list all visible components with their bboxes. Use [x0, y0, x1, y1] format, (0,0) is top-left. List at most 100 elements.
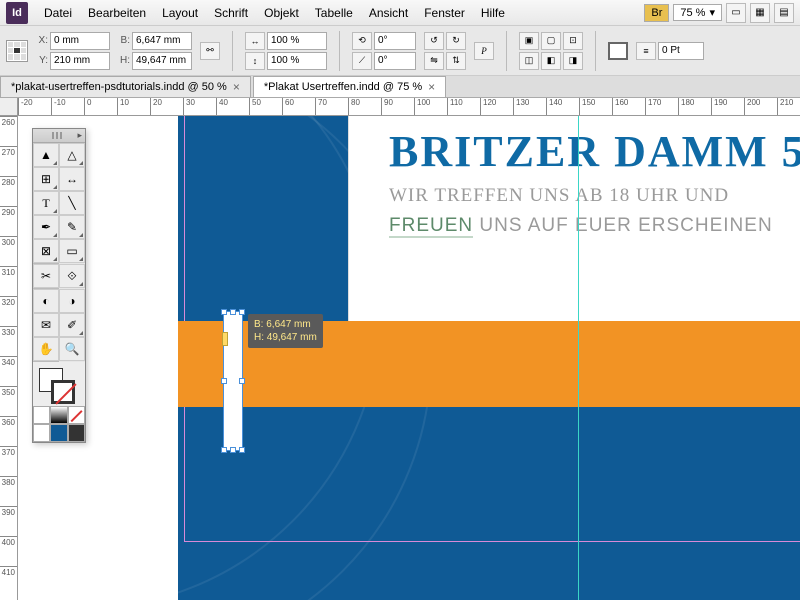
- resize-handle[interactable]: [221, 447, 227, 453]
- apply-color[interactable]: [33, 406, 50, 424]
- fill-frame-icon[interactable]: ◫: [519, 52, 539, 70]
- shear-icon: ⟋: [352, 52, 372, 70]
- rotate-input[interactable]: [374, 32, 416, 50]
- tab-label: *Plakat Usertreffen.indd @ 75 %: [264, 81, 422, 93]
- y-input[interactable]: [50, 52, 110, 70]
- type-tool[interactable]: T: [33, 191, 59, 215]
- resize-handle[interactable]: [230, 309, 236, 315]
- content-fit-icon[interactable]: ▣: [519, 32, 539, 50]
- apply-gradient[interactable]: [50, 406, 67, 424]
- rectangle-tool[interactable]: ▭: [59, 239, 85, 263]
- rotate-icon: ⟲: [352, 32, 372, 50]
- width-input[interactable]: [132, 32, 192, 50]
- subline-2: FREUEN UNS AUF EUER ERSCHEINEN: [389, 215, 800, 237]
- fill-swatch-icon[interactable]: [608, 42, 628, 60]
- dimension-tooltip: B: 6,647 mm H: 49,647 mm: [248, 314, 323, 348]
- eyedropper-tool[interactable]: ✐: [59, 313, 85, 337]
- collapse-icon[interactable]: ▸: [77, 130, 82, 141]
- menu-tabelle[interactable]: Tabelle: [307, 6, 361, 20]
- resize-handle[interactable]: [230, 447, 236, 453]
- view-preview[interactable]: [50, 424, 67, 442]
- gradient-feather-tool[interactable]: ◑: [59, 289, 85, 313]
- view-bleed[interactable]: [68, 424, 85, 442]
- rotate-ccw-icon[interactable]: ↺: [424, 32, 444, 50]
- line-tool[interactable]: ╲: [59, 191, 85, 215]
- shear-input[interactable]: [374, 52, 416, 70]
- auto-fit-icon[interactable]: ◨: [563, 52, 583, 70]
- horizontal-ruler[interactable]: -20-100102030405060708090100110120130140…: [18, 98, 800, 116]
- tab-1[interactable]: *Plakat Usertreffen.indd @ 75 % ×: [253, 76, 446, 97]
- menu-objekt[interactable]: Objekt: [256, 6, 307, 20]
- menu-layout[interactable]: Layout: [154, 6, 206, 20]
- flip-v-icon[interactable]: ⇅: [446, 52, 466, 70]
- height-label: H:: [118, 55, 130, 66]
- zoom-tool[interactable]: 🔍: [59, 337, 85, 361]
- menu-hilfe[interactable]: Hilfe: [473, 6, 513, 20]
- rectangle-frame-tool[interactable]: ⊠: [33, 239, 59, 263]
- tab-0[interactable]: *plakat-usertreffen-psdtutorials.indd @ …: [0, 76, 251, 97]
- rotate-cw-icon[interactable]: ↻: [446, 32, 466, 50]
- tab-label: *plakat-usertreffen-psdtutorials.indd @ …: [11, 81, 227, 93]
- subline-rest: UNS AUF EUER ERSCHEINEN: [473, 215, 773, 236]
- flip-h-icon[interactable]: ⇋: [424, 52, 444, 70]
- vertical-guide[interactable]: [578, 116, 579, 600]
- stroke-swatch[interactable]: [51, 380, 75, 404]
- gradient-swatch-tool[interactable]: ◐: [33, 289, 59, 313]
- center-content-icon[interactable]: ⊡: [563, 32, 583, 50]
- zoom-level[interactable]: 75 % ▾: [673, 4, 722, 21]
- close-icon[interactable]: ×: [428, 80, 435, 94]
- free-transform-tool[interactable]: ⟐: [59, 264, 85, 288]
- resize-handle[interactable]: [221, 309, 227, 315]
- direct-selection-tool[interactable]: △: [59, 143, 85, 167]
- page-tool[interactable]: ⊞: [33, 167, 59, 191]
- p-attributes-icon[interactable]: P: [474, 42, 494, 60]
- note-tool[interactable]: ✉: [33, 313, 59, 337]
- chevron-down-icon: ▾: [709, 6, 715, 19]
- pen-tool[interactable]: ✒: [33, 215, 59, 239]
- arrange-icon[interactable]: ▦: [750, 3, 770, 23]
- resize-handle[interactable]: [239, 447, 245, 453]
- reference-point[interactable]: [6, 40, 28, 62]
- view-normal[interactable]: [33, 424, 50, 442]
- resize-handle[interactable]: [221, 378, 227, 384]
- screen-mode-icon[interactable]: ▭: [726, 3, 746, 23]
- toolbox-header[interactable]: ▸: [33, 129, 85, 143]
- view-options-icon[interactable]: ▤: [774, 3, 794, 23]
- menu-fenster[interactable]: Fenster: [416, 6, 473, 20]
- grip-icon: [52, 132, 62, 139]
- close-icon[interactable]: ×: [233, 80, 240, 94]
- menu-ansicht[interactable]: Ansicht: [361, 6, 416, 20]
- menu-schrift[interactable]: Schrift: [206, 6, 256, 20]
- canvas[interactable]: UNSERE LOCATION BRITZER DAMM 51 WIR TREF…: [18, 116, 800, 600]
- height-input[interactable]: [132, 52, 192, 70]
- frame-fit-icon[interactable]: ▢: [541, 32, 561, 50]
- live-corner-handle[interactable]: [222, 332, 228, 346]
- resize-handle[interactable]: [239, 378, 245, 384]
- scale-y-icon: ↕: [245, 52, 265, 70]
- scissors-tool[interactable]: ✂: [33, 264, 59, 288]
- menu-bearbeiten[interactable]: Bearbeiten: [80, 6, 154, 20]
- fit-prop-icon[interactable]: ◧: [541, 52, 561, 70]
- subline-1: WIR TREFFEN UNS AB 18 UHR UND: [389, 185, 800, 207]
- selection-tool[interactable]: ▲: [33, 143, 59, 167]
- scale-x-input[interactable]: [267, 32, 327, 50]
- resize-handle[interactable]: [239, 309, 245, 315]
- tooltip-width: B: 6,647 mm: [254, 318, 317, 331]
- stroke-weight-input[interactable]: [658, 42, 704, 60]
- menu-datei[interactable]: Datei: [36, 6, 80, 20]
- hand-tool[interactable]: ✋: [33, 337, 59, 361]
- app-logo: Id: [6, 2, 28, 24]
- pencil-tool[interactable]: ✎: [59, 215, 85, 239]
- headline: BRITZER DAMM 51: [389, 126, 800, 177]
- fill-stroke-swatches[interactable]: [33, 362, 85, 406]
- zoom-value: 75 %: [680, 7, 705, 19]
- gap-tool[interactable]: ↔: [59, 167, 85, 191]
- bridge-badge[interactable]: Br: [644, 4, 669, 22]
- selected-object[interactable]: [223, 311, 243, 451]
- ruler-origin[interactable]: [0, 98, 18, 116]
- x-input[interactable]: [50, 32, 110, 50]
- scale-y-input[interactable]: [267, 52, 327, 70]
- apply-none[interactable]: [68, 406, 85, 424]
- vertical-ruler[interactable]: 2602702802903003103203303403503603703803…: [0, 116, 18, 600]
- constrain-link-icon[interactable]: ⚯: [200, 42, 220, 60]
